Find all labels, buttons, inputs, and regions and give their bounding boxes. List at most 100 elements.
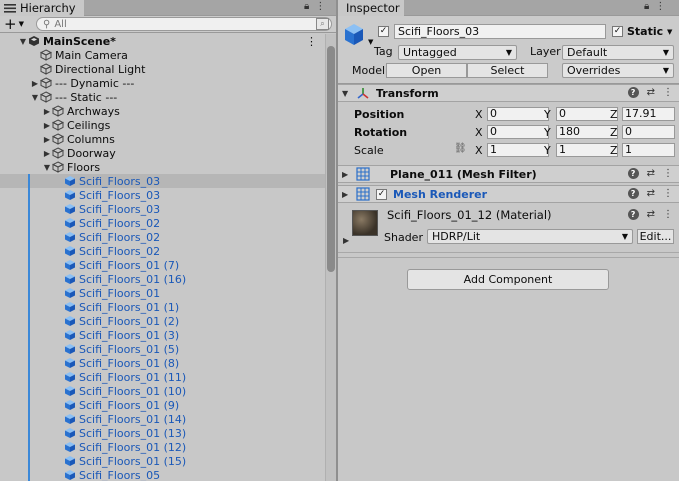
object-name-field[interactable]: Scifi_Floors_03 bbox=[394, 24, 606, 39]
hierarchy-row[interactable]: Scifi_Floors_02 bbox=[0, 216, 325, 230]
expand-arrow-icon[interactable]: ▼ bbox=[42, 163, 52, 172]
kebab-menu-icon[interactable]: ⋮ bbox=[663, 209, 673, 220]
hierarchy-row[interactable]: ▶ --- Dynamic --- bbox=[0, 76, 325, 90]
hierarchy-row[interactable]: Scifi_Floors_01 (12) bbox=[0, 440, 325, 454]
link-icon[interactable]: ⛓ bbox=[454, 143, 467, 154]
search-filter-icon[interactable]: ⌕ bbox=[316, 18, 329, 30]
collapse-arrow-icon[interactable]: ▼ bbox=[342, 89, 354, 98]
hierarchy-row[interactable]: ▼ --- Static --- bbox=[0, 90, 325, 104]
kebab-menu-icon[interactable]: ⋮ bbox=[663, 168, 673, 179]
expand-arrow-icon[interactable]: ▼ bbox=[18, 37, 28, 46]
scale-y-field[interactable]: 1 bbox=[556, 143, 618, 157]
open-button[interactable]: Open bbox=[386, 63, 467, 78]
help-icon[interactable]: ? bbox=[627, 188, 639, 199]
add-component-button[interactable]: Add Component bbox=[407, 269, 609, 290]
hierarchy-row[interactable]: Scifi_Floors_01 (3) bbox=[0, 328, 325, 342]
overrides-dropdown[interactable]: Overrides ▼ bbox=[562, 63, 674, 78]
active-checkbox[interactable]: ✓ bbox=[378, 26, 389, 37]
collapse-arrow-icon[interactable]: ▶ bbox=[30, 79, 40, 88]
object-header: ▼ ✓ Scifi_Floors_03 ✓ Static ▼ Tag Untag… bbox=[338, 16, 679, 84]
scale-x-field[interactable]: 1 bbox=[487, 143, 549, 157]
scale-z-field[interactable]: 1 bbox=[622, 143, 675, 157]
selection-indicator bbox=[28, 356, 30, 370]
kebab-menu-icon[interactable]: ⋮ bbox=[663, 188, 673, 199]
presets-icon[interactable]: ⇄ bbox=[647, 168, 655, 179]
hierarchy-tab[interactable]: Hierarchy bbox=[0, 0, 84, 16]
edit-shader-button[interactable]: Edit... bbox=[637, 229, 674, 244]
kebab-menu-icon[interactable]: ⋮ bbox=[663, 87, 673, 98]
collapse-arrow-icon[interactable]: ▶ bbox=[42, 107, 52, 116]
scrollbar-thumb[interactable] bbox=[327, 46, 335, 272]
hierarchy-row[interactable]: Scifi_Floors_01 (8) bbox=[0, 356, 325, 370]
kebab-menu-icon[interactable]: ⋮ bbox=[655, 1, 665, 12]
material-preview-thumbnail[interactable] bbox=[352, 210, 378, 236]
search-input[interactable]: ⚲ All ⌕ bbox=[36, 17, 332, 31]
hierarchy-row[interactable]: Directional Light bbox=[0, 62, 325, 76]
kebab-menu-icon[interactable]: ⋮ bbox=[306, 35, 317, 48]
caret-down-icon[interactable]: ▼ bbox=[368, 38, 373, 46]
expand-arrow-icon[interactable]: ▶ bbox=[342, 170, 354, 179]
hierarchy-row[interactable]: Scifi_Floors_01 bbox=[0, 286, 325, 300]
hierarchy-row[interactable]: Scifi_Floors_01 (11) bbox=[0, 370, 325, 384]
rotation-x-field[interactable]: 0 bbox=[487, 125, 549, 139]
hierarchy-row[interactable]: ▼ MainScene* ⋮ bbox=[0, 34, 325, 48]
lock-icon[interactable]: 🔒︎ bbox=[644, 1, 649, 12]
select-button[interactable]: Select bbox=[467, 63, 548, 78]
collapse-arrow-icon[interactable]: ▶ bbox=[42, 149, 52, 158]
hierarchy-row[interactable]: Scifi_Floors_01 (1) bbox=[0, 300, 325, 314]
hierarchy-row[interactable]: ▶ Columns bbox=[0, 132, 325, 146]
hierarchy-row[interactable]: Scifi_Floors_01 (16) bbox=[0, 272, 325, 286]
mesh-renderer-enabled-checkbox[interactable]: ✓ bbox=[376, 188, 387, 200]
hierarchy-row[interactable]: Scifi_Floors_03 bbox=[0, 174, 325, 188]
help-icon[interactable]: ? bbox=[627, 168, 639, 179]
gameobject-icon bbox=[52, 161, 64, 173]
tag-dropdown[interactable]: Untagged ▼ bbox=[398, 45, 517, 60]
hierarchy-row[interactable]: ▶ Ceilings bbox=[0, 118, 325, 132]
shader-dropdown[interactable]: HDRP/Lit ▼ bbox=[427, 229, 633, 244]
hierarchy-scrollbar[interactable] bbox=[325, 34, 336, 481]
hierarchy-row[interactable]: Scifi_Floors_01 (9) bbox=[0, 398, 325, 412]
inspector-tab[interactable]: Inspector bbox=[338, 0, 404, 16]
layer-dropdown[interactable]: Default ▼ bbox=[562, 45, 674, 60]
hierarchy-row[interactable]: Scifi_Floors_01 (10) bbox=[0, 384, 325, 398]
position-z-field[interactable]: 17.91 bbox=[622, 107, 675, 121]
expand-arrow-icon[interactable]: ▶ bbox=[343, 236, 349, 245]
hierarchy-row[interactable]: Scifi_Floors_01 (7) bbox=[0, 258, 325, 272]
collapse-arrow-icon[interactable]: ▶ bbox=[42, 121, 52, 130]
hierarchy-row[interactable]: Scifi_Floors_01 (13) bbox=[0, 426, 325, 440]
hierarchy-row[interactable]: ▼ Floors bbox=[0, 160, 325, 174]
hierarchy-row[interactable]: ▶ Doorway bbox=[0, 146, 325, 160]
hierarchy-row[interactable]: Scifi_Floors_01 (5) bbox=[0, 342, 325, 356]
hierarchy-row[interactable]: Scifi_Floors_01 (14) bbox=[0, 412, 325, 426]
mesh-filter-header[interactable]: ▶ Plane_011 (Mesh Filter) ? ⇄ ⋮ bbox=[338, 165, 679, 183]
help-icon[interactable]: ? bbox=[627, 209, 639, 220]
hierarchy-row[interactable]: Scifi_Floors_05 bbox=[0, 468, 325, 481]
presets-icon[interactable]: ⇄ bbox=[647, 209, 655, 220]
mesh-grid-icon bbox=[356, 167, 370, 181]
expand-arrow-icon[interactable]: ▼ bbox=[30, 93, 40, 102]
position-y-field[interactable]: 0 bbox=[556, 107, 618, 121]
hierarchy-row[interactable]: Scifi_Floors_02 bbox=[0, 230, 325, 244]
lock-icon[interactable]: 🔒︎ bbox=[304, 1, 309, 12]
kebab-menu-icon[interactable]: ⋮ bbox=[315, 1, 325, 12]
collapse-arrow-icon[interactable]: ▶ bbox=[42, 135, 52, 144]
mesh-renderer-header[interactable]: ▶ ✓ Mesh Renderer ? ⇄ ⋮ bbox=[338, 185, 679, 203]
transform-header[interactable]: ▼ Transform ? ⇄ ⋮ bbox=[338, 84, 679, 102]
hierarchy-row[interactable]: ▶ Archways bbox=[0, 104, 325, 118]
static-dropdown-caret-icon[interactable]: ▼ bbox=[667, 28, 672, 36]
static-checkbox[interactable]: ✓ bbox=[612, 26, 623, 37]
expand-arrow-icon[interactable]: ▶ bbox=[342, 190, 354, 199]
position-x-field[interactable]: 0 bbox=[487, 107, 549, 121]
presets-icon[interactable]: ⇄ bbox=[647, 87, 655, 98]
hierarchy-row[interactable]: Scifi_Floors_01 (15) bbox=[0, 454, 325, 468]
hierarchy-row[interactable]: Main Camera bbox=[0, 48, 325, 62]
help-icon[interactable]: ? bbox=[627, 87, 639, 98]
rotation-y-field[interactable]: 180 bbox=[556, 125, 618, 139]
hierarchy-row[interactable]: Scifi_Floors_02 bbox=[0, 244, 325, 258]
rotation-z-field[interactable]: 0 bbox=[622, 125, 675, 139]
presets-icon[interactable]: ⇄ bbox=[647, 188, 655, 199]
hierarchy-row[interactable]: Scifi_Floors_01 (2) bbox=[0, 314, 325, 328]
hierarchy-row[interactable]: Scifi_Floors_03 bbox=[0, 188, 325, 202]
hierarchy-row[interactable]: Scifi_Floors_03 bbox=[0, 202, 325, 216]
create-dropdown-button[interactable]: + ▼ bbox=[0, 16, 30, 32]
